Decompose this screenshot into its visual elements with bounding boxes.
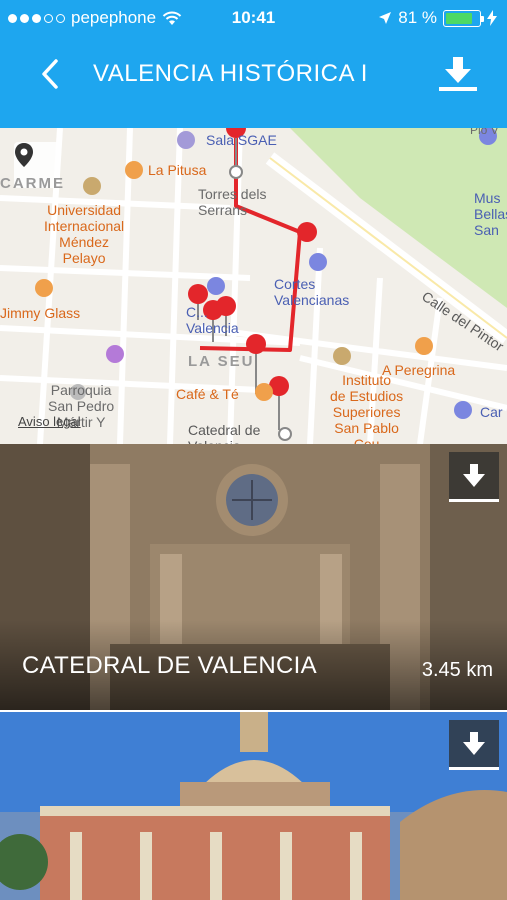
map-label-a-peregrina: A Peregrina	[382, 362, 456, 378]
battery-icon	[443, 9, 484, 27]
poi-card-basilica[interactable]	[0, 712, 507, 900]
battery-percent: 81 %	[398, 8, 437, 27]
chevron-left-icon	[42, 59, 58, 89]
status-bar: pepephone 10:41 81 %	[0, 0, 507, 36]
basilica-photo	[0, 712, 507, 900]
nav-bar: VALENCIA HISTÓRICA I	[0, 40, 507, 112]
map-label-instituto: Instituto de Estudios Superiores San Pab…	[330, 372, 404, 444]
download-icon	[463, 731, 485, 755]
download-icon	[439, 57, 477, 91]
card-title: CATEDRAL DE VALENCIA	[22, 652, 317, 679]
location-pin-icon	[15, 143, 33, 167]
poi-card-catedral[interactable]: CATEDRAL DE VALENCIA 3.45 km	[0, 444, 507, 710]
map-label-la-seu: LA SEU	[188, 353, 255, 370]
map-label-catedral: Catedral de Valencia	[188, 422, 261, 444]
map-label-jimmy-glass: Jimmy Glass	[0, 305, 81, 321]
map-label-torres-serrans: Torres dels Serrans	[198, 186, 267, 218]
map-label-sala-sgae: Sala SGAE	[206, 132, 277, 148]
map-label-universidad: Universidad Internacional Méndez Pelayo	[44, 202, 125, 266]
back-button[interactable]	[30, 54, 70, 94]
download-icon	[463, 463, 485, 487]
card-distance: 3.45 km	[421, 659, 493, 681]
page-title: VALENCIA HISTÓRICA I	[93, 60, 368, 87]
map-label-car: Car	[480, 404, 503, 420]
card-download-button[interactable]	[449, 720, 499, 770]
map-label-cafe-te: Café & Té	[176, 386, 239, 402]
map-label-carme: CARME	[0, 175, 65, 192]
map-label-plaza-virgen: C... Valencia	[186, 304, 239, 336]
charging-bolt-icon	[487, 10, 497, 26]
route-map[interactable]: Sala SGAE La Pitusa Torres dels Serrans …	[0, 128, 507, 444]
card-download-button[interactable]	[449, 452, 499, 502]
map-label-museo: Mus Bellas San	[474, 190, 507, 238]
map-label-cortes: Cortes Valencianas	[274, 276, 350, 308]
map-label-la-pitusa: La Pitusa	[148, 162, 207, 178]
location-arrow-icon	[379, 12, 392, 24]
status-right: 81 %	[378, 8, 497, 28]
download-route-button[interactable]	[430, 50, 486, 96]
map-label-top-right: Plo V	[470, 128, 499, 137]
legal-link[interactable]: Aviso legal	[18, 414, 81, 429]
app-header: pepephone 10:41 81 % VALENCIA HISTÓRICA …	[0, 0, 507, 128]
